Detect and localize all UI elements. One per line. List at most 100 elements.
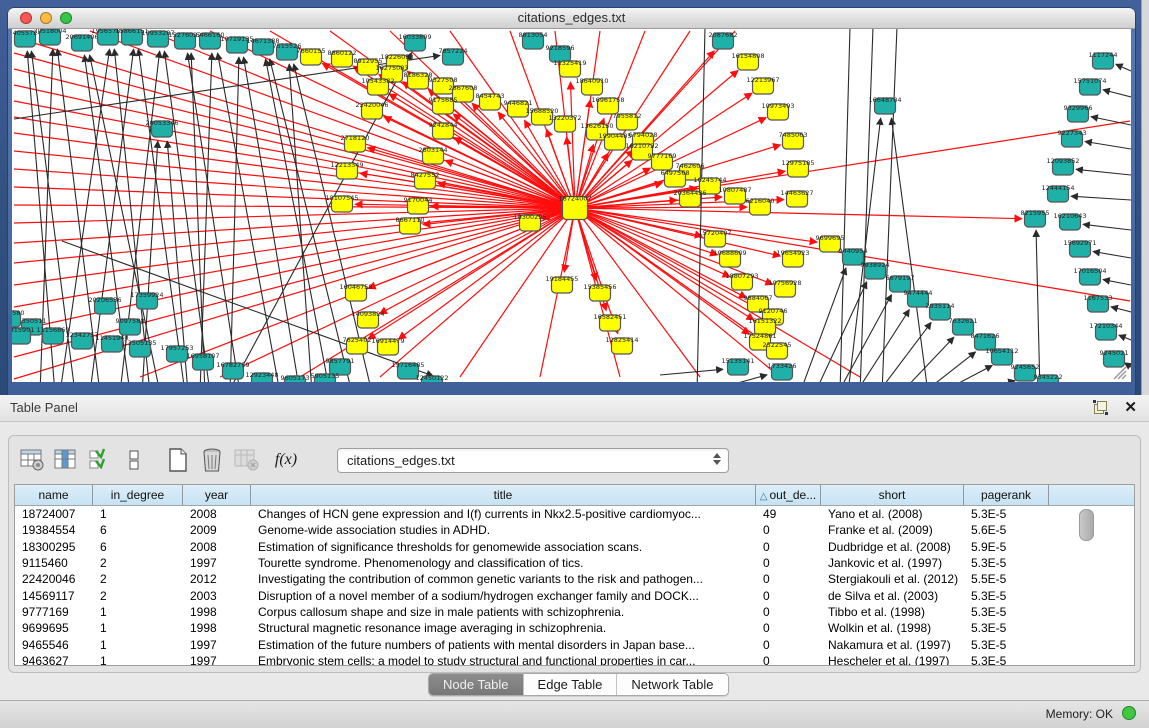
node-label: 22420046 <box>355 101 388 109</box>
cell-year: 1997 <box>183 654 251 666</box>
delete-table-icon[interactable] <box>231 445 261 475</box>
function-builder-icon[interactable]: f(x) <box>271 445 301 475</box>
node-label: 17957253 <box>160 344 193 352</box>
column-header-out_de[interactable]: △out_de... <box>756 485 821 505</box>
select-columns-icon[interactable] <box>85 445 115 475</box>
node-label: 2522545 <box>763 341 792 349</box>
node-label: 16245744 <box>693 176 726 184</box>
column-header-name[interactable]: name <box>15 485 93 505</box>
table-row[interactable]: 2242004622012Investigating the contribut… <box>15 571 1134 587</box>
node-label: 10654112 <box>985 347 1018 355</box>
node-label: 9777169 <box>648 152 677 160</box>
node-label: 8454743 <box>476 92 505 100</box>
show-columns-icon[interactable] <box>51 445 81 475</box>
edge <box>14 208 575 243</box>
cell-in_degree: 1 <box>93 605 183 619</box>
delete-columns-icon[interactable] <box>197 445 227 475</box>
node-label: 10973493 <box>761 102 794 110</box>
table-row[interactable]: 1872400712008Changes of HCN gene express… <box>15 506 1134 522</box>
new-table-icon[interactable] <box>163 445 193 475</box>
cell-out_de: 49 <box>756 507 821 521</box>
cell-out_de: 0 <box>756 621 821 635</box>
cell-pagerank: 5.9E-5 <box>964 540 1049 554</box>
resize-grip-icon[interactable] <box>1114 367 1126 379</box>
network-canvas[interactable]: 1405572420518004206914061956578015866151… <box>12 29 1131 382</box>
cell-title: Estimation of the future numbers of pati… <box>251 638 756 652</box>
cell-pagerank: 5.3E-5 <box>964 507 1049 521</box>
column-header-in_degree[interactable]: in_degree <box>93 485 183 505</box>
close-icon[interactable]: ✕ <box>1124 398 1137 416</box>
node-label: 6794028 <box>629 131 658 139</box>
cell-year: 1998 <box>183 605 251 619</box>
node-label: 20518004 <box>33 29 66 35</box>
cell-in_degree: 6 <box>93 523 183 537</box>
node-label: 16648784 <box>868 96 901 104</box>
sort-ascending-icon: △ <box>760 491 768 502</box>
cell-title: Embryonic stem cells: a model to study s… <box>251 654 756 666</box>
cell-in_degree: 1 <box>93 638 183 652</box>
cell-title: Disruption of a novel member of a sodium… <box>251 589 756 603</box>
cell-short: Franke et al. (2009) <box>821 523 964 537</box>
cell-pagerank: 5.3E-5 <box>964 556 1049 570</box>
node-label: 9170044 <box>404 196 433 204</box>
cell-out_de: 0 <box>756 556 821 570</box>
node-label: 16958107 <box>186 352 219 360</box>
node-label: 16582451 <box>593 313 626 321</box>
table-row[interactable]: 1938455462009Genome-wide association stu… <box>15 522 1134 538</box>
edge <box>963 381 1015 382</box>
cell-in_degree: 2 <box>93 556 183 570</box>
node-label: 16046758 <box>339 283 372 291</box>
edge <box>1093 252 1131 258</box>
node-label: 9699695 <box>816 234 845 242</box>
table-row[interactable]: 1456911722003Disruption of a novel membe… <box>15 587 1134 603</box>
column-header-year[interactable]: year <box>183 485 251 505</box>
node-label: 18807293 <box>725 272 758 280</box>
node-label: 17359924 <box>130 291 163 299</box>
vertical-scrollbar-thumb[interactable] <box>1079 509 1094 541</box>
memory-status-indicator[interactable] <box>1122 706 1136 720</box>
table-row[interactable]: 911546021997Tourette syndrome. Phenomeno… <box>15 555 1134 571</box>
cell-name: 14569117 <box>15 589 93 603</box>
column-header-short[interactable]: short <box>821 485 964 505</box>
cell-in_degree: 1 <box>93 654 183 666</box>
table-row[interactable]: 946554611997Estimation of the future num… <box>15 636 1134 652</box>
node-label: 15692971 <box>1063 239 1096 247</box>
tab-network-table[interactable]: Network Table <box>617 674 727 695</box>
node-label: 8215955 <box>1021 209 1050 217</box>
table-toolbar: f(x) citations_edges.txt <box>17 442 1132 478</box>
tab-node-table[interactable]: Node Table <box>429 674 524 695</box>
table-row[interactable]: 977716911998Corpus callosum shape and si… <box>15 604 1134 620</box>
cell-short: de Silva et al. (2003) <box>821 589 964 603</box>
node-label: 12450122 <box>415 374 448 382</box>
table-row[interactable]: 1830029562008Estimation of significance … <box>15 539 1134 555</box>
table-row[interactable]: 969969511998Structural magnetic resonanc… <box>15 620 1134 636</box>
network-window-titlebar[interactable]: citations_edges.txt <box>8 8 1135 29</box>
node-label: 8471626 <box>971 332 1000 340</box>
edge <box>14 208 575 379</box>
desktop-right-edge <box>1141 0 1149 395</box>
cell-title: Genome-wide association studies in ADHD. <box>251 523 756 537</box>
table-row[interactable]: 946362711997Embryonic stem cells: a mode… <box>15 653 1134 666</box>
network-window-title: citations_edges.txt <box>8 10 1135 25</box>
node-label: 10688609 <box>713 249 746 257</box>
node-label: 15385456 <box>583 283 616 291</box>
node-label: 2087682 <box>709 31 738 39</box>
table-selector-value: citations_edges.txt <box>338 453 455 468</box>
column-header-title[interactable]: title <box>251 485 756 505</box>
cell-pagerank: 5.3E-5 <box>964 638 1049 652</box>
node-label: 9446821 <box>504 99 533 107</box>
float-window-icon[interactable] <box>1094 401 1107 414</box>
node-label: 10756928 <box>768 279 801 287</box>
status-bar: Memory: OK <box>0 700 1149 728</box>
row-height-icon[interactable] <box>119 445 149 475</box>
node-label: 15716485 <box>391 361 424 369</box>
cell-pagerank: 5.3E-5 <box>964 605 1049 619</box>
edge <box>660 369 723 375</box>
node-label: 7632621 <box>949 317 978 325</box>
table-selector-dropdown[interactable]: citations_edges.txt <box>337 448 729 473</box>
tab-edge-table[interactable]: Edge Table <box>524 674 618 695</box>
cell-pagerank: 5.6E-5 <box>964 523 1049 537</box>
table-settings-icon[interactable] <box>17 445 47 475</box>
column-header-pagerank[interactable]: pagerank <box>964 485 1049 505</box>
node-label: 17016504 <box>1073 267 1106 275</box>
